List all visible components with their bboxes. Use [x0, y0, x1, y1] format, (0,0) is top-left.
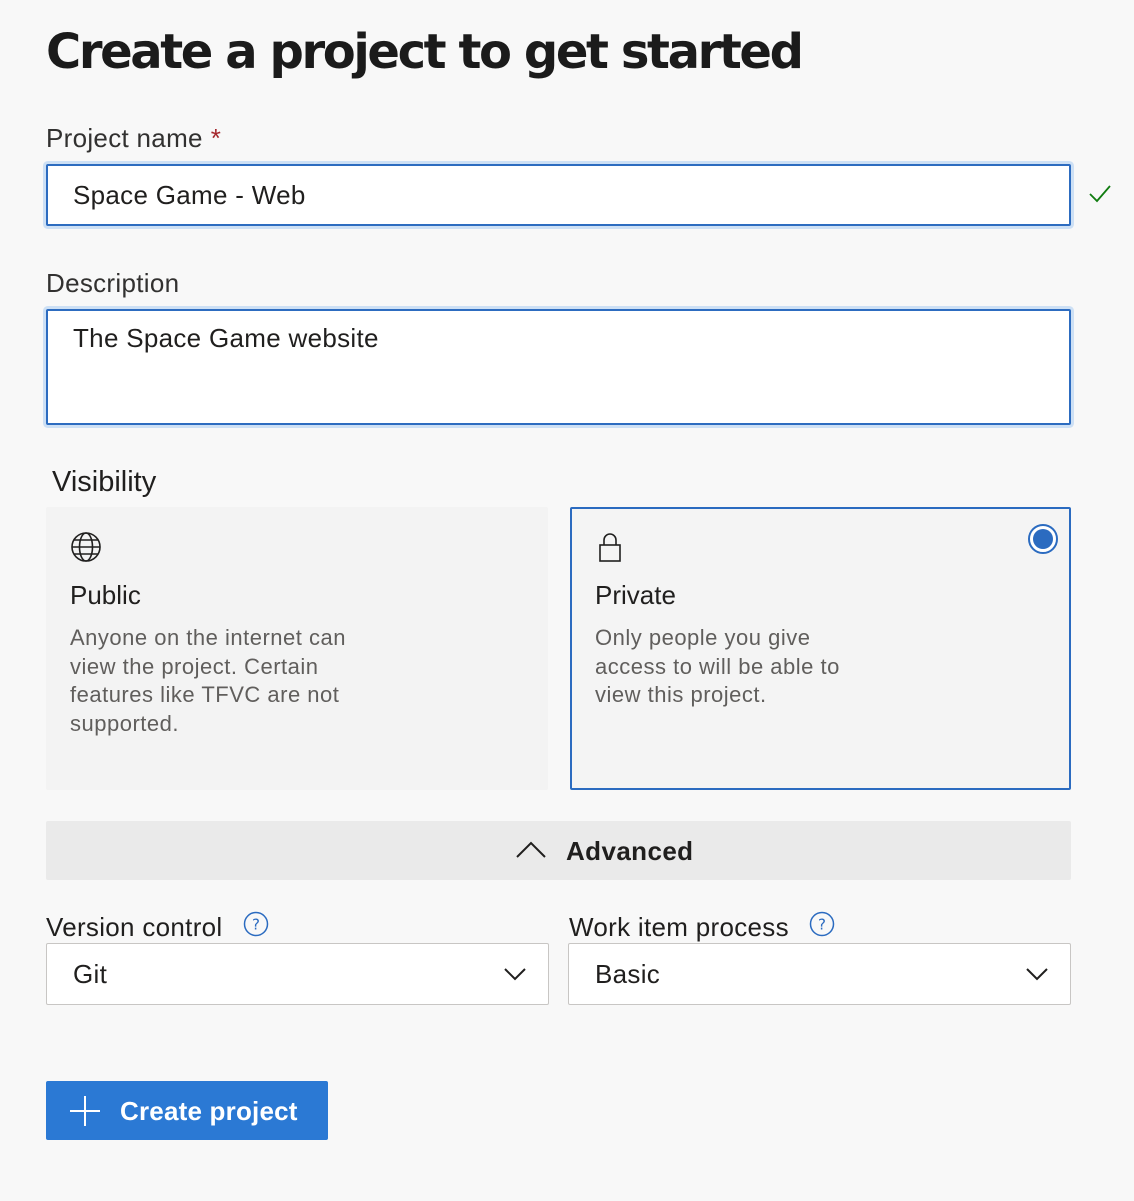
visibility-option-private[interactable]: Private Only people you give access to w… [570, 507, 1071, 790]
svg-text:?: ? [818, 916, 826, 934]
create-project-button[interactable]: Create project [46, 1081, 328, 1140]
visibility-public-title: Public [70, 580, 141, 610]
create-project-label: Create project [120, 1096, 298, 1126]
help-icon[interactable]: ? [243, 911, 269, 937]
visibility-option-public[interactable]: Public Anyone on the internet can view t… [46, 507, 548, 790]
work-item-process-value: Basic [595, 959, 661, 989]
checkmark-icon [1089, 185, 1111, 203]
chevron-down-icon [504, 968, 526, 981]
description-textarea[interactable]: The Space Game website [46, 309, 1071, 425]
chevron-down-icon [1026, 968, 1048, 981]
visibility-private-title: Private [595, 580, 676, 610]
create-project-page: Create a project to get started Project … [0, 0, 1134, 1201]
page-title: Create a project to get started [46, 24, 804, 80]
svg-text:?: ? [252, 916, 260, 934]
globe-icon [71, 532, 101, 562]
advanced-label-text: Advanced [566, 836, 694, 866]
plus-icon [70, 1096, 100, 1126]
version-control-value: Git [73, 959, 108, 989]
visibility-private-radio[interactable] [1028, 524, 1058, 554]
advanced-toggle[interactable]: Advanced [46, 821, 1071, 880]
visibility-label: Visibility [52, 466, 157, 498]
project-name-label: Project name * [46, 122, 221, 154]
radio-selected-dot [1033, 529, 1053, 549]
project-name-input[interactable]: Space Game - Web [46, 164, 1071, 226]
visibility-private-description: Only people you give access to will be a… [595, 625, 840, 708]
project-name-label-text: Project name [46, 123, 203, 153]
version-control-dropdown[interactable]: Git [46, 943, 549, 1005]
required-mark: * [210, 123, 222, 153]
work-item-process-label: Work item process [569, 912, 789, 942]
lock-icon [599, 533, 621, 562]
advanced-label: Advanced [566, 835, 693, 867]
project-name-value: Space Game - Web [73, 180, 306, 210]
work-item-process-dropdown[interactable]: Basic [568, 943, 1071, 1005]
version-control-label: Version control [46, 912, 223, 942]
visibility-public-description: Anyone on the internet can view the proj… [70, 625, 346, 737]
chevron-up-icon [516, 841, 546, 858]
description-label: Description [46, 268, 180, 298]
description-value: The Space Game website [73, 323, 379, 353]
help-icon[interactable]: ? [809, 911, 835, 937]
